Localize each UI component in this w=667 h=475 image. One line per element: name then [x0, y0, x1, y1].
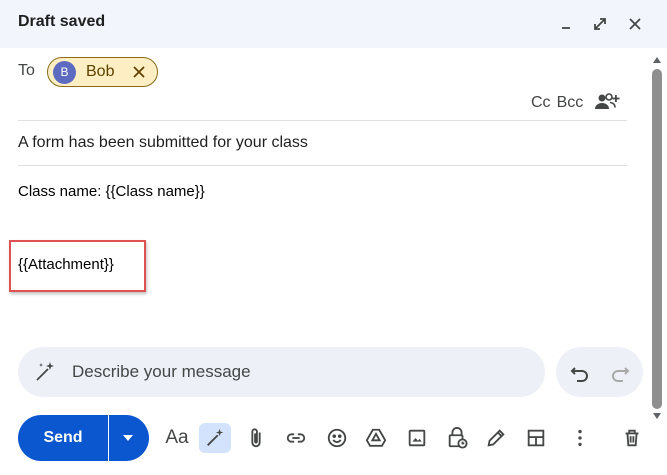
undo-redo-group — [556, 347, 643, 397]
undo-icon[interactable] — [569, 361, 591, 383]
avatar: B — [53, 61, 76, 84]
bcc-link[interactable]: Bcc — [557, 94, 584, 111]
insert-link-icon[interactable] — [282, 424, 310, 452]
redo-icon[interactable] — [609, 361, 631, 383]
body-text-class-name[interactable]: Class name: {{Class name}} — [18, 183, 205, 200]
help-me-write-button[interactable] — [199, 423, 231, 453]
discard-draft-icon[interactable] — [618, 424, 646, 452]
scroll-thumb[interactable] — [652, 69, 662, 409]
magic-pen-icon — [33, 360, 57, 384]
help-me-write-input[interactable]: Describe your message — [18, 347, 545, 397]
remove-recipient-icon[interactable] — [131, 64, 147, 80]
close-icon[interactable] — [625, 14, 645, 34]
scroll-up-arrow[interactable] — [653, 57, 661, 63]
google-drive-icon[interactable] — [362, 424, 390, 452]
insert-photo-icon[interactable] — [403, 424, 431, 452]
send-button[interactable]: Send — [18, 415, 108, 461]
subject-divider — [18, 165, 627, 166]
cc-bcc-links: Cc Bcc — [531, 94, 589, 112]
chevron-down-icon — [123, 435, 133, 441]
layouts-icon[interactable] — [522, 424, 550, 452]
cc-link[interactable]: Cc — [531, 94, 551, 111]
subject-field[interactable]: A form has been submitted for your class — [18, 134, 308, 152]
signature-pen-icon[interactable] — [482, 424, 510, 452]
recipient-name: Bob — [86, 63, 115, 80]
minimize-icon[interactable] — [556, 14, 576, 34]
send-options-button[interactable] — [109, 415, 149, 461]
emoji-icon[interactable] — [323, 424, 351, 452]
to-label: To — [18, 62, 35, 79]
compose-header: Draft saved — [0, 0, 667, 48]
attach-file-icon[interactable] — [242, 424, 270, 452]
scroll-down-arrow[interactable] — [653, 413, 661, 419]
recipients-divider — [18, 120, 627, 121]
formatting-options-button[interactable]: Aa — [163, 424, 191, 452]
add-people-icon[interactable] — [594, 92, 620, 112]
scrollbar[interactable] — [650, 55, 664, 419]
formatting-icon: Aa — [165, 427, 189, 448]
magic-pen-icon — [207, 428, 224, 446]
recipient-chip[interactable]: B Bob — [47, 57, 158, 87]
body-text-attachment[interactable]: {{Attachment}} — [18, 256, 114, 273]
confidential-mode-icon[interactable] — [443, 424, 471, 452]
help-me-write-placeholder: Describe your message — [72, 362, 251, 381]
expand-icon[interactable] — [590, 14, 610, 34]
draft-status-title: Draft saved — [18, 13, 106, 30]
more-options-icon[interactable] — [566, 424, 594, 452]
